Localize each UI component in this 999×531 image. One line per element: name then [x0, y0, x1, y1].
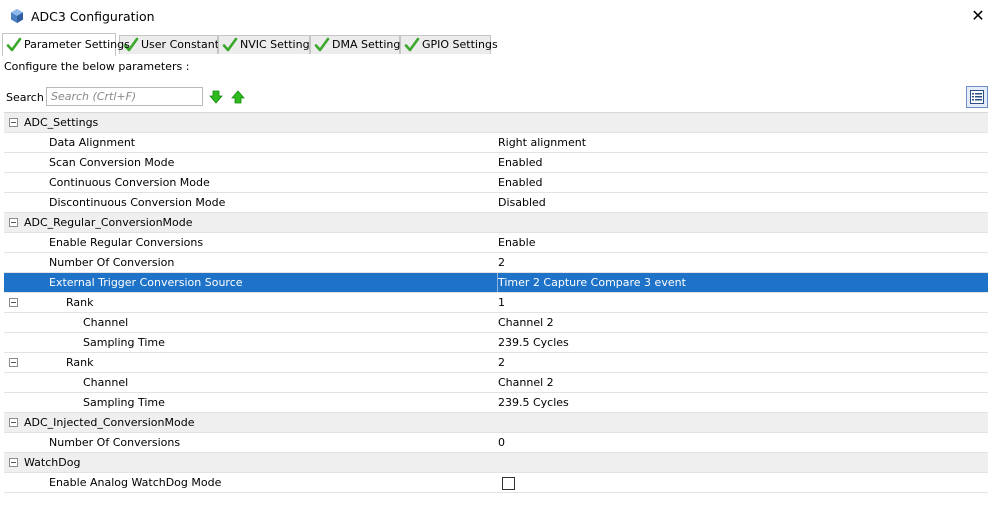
check-icon: [222, 37, 238, 52]
collapse-icon[interactable]: [9, 298, 18, 307]
parameter-row[interactable]: Discontinuous Conversion Mode Disabled: [4, 193, 988, 213]
search-input[interactable]: [46, 87, 203, 106]
title-bar: ADC3 Configuration ✕: [0, 0, 999, 32]
arrow-up-icon[interactable]: [231, 90, 245, 104]
parameter-name: Enable Analog WatchDog Mode: [49, 476, 222, 489]
check-icon: [404, 37, 420, 52]
tab-label: DMA Settings: [332, 38, 407, 51]
tree-group-row[interactable]: ADC_Settings: [4, 113, 988, 133]
parameter-name: Number Of Conversion: [49, 256, 175, 269]
parameter-value[interactable]: Enable: [498, 233, 535, 252]
arrow-down-icon[interactable]: [209, 90, 223, 104]
tab-gpio-settings[interactable]: GPIO Settings: [400, 35, 498, 54]
tab-label: NVIC Settings: [240, 38, 316, 51]
parameter-value[interactable]: 239.5 Cycles: [498, 333, 569, 352]
parameter-name: Sampling Time: [83, 396, 165, 409]
search-label: Search :: [6, 91, 51, 104]
parameter-tree: ADC_Settings Data Alignment Right alignm…: [4, 112, 988, 493]
group-name: ADC_Injected_ConversionMode: [24, 416, 195, 429]
parameter-name: Rank: [66, 356, 94, 369]
parameter-name: Channel: [83, 316, 129, 329]
tab-bar: Parameter Settings User Constants NVIC S…: [0, 33, 999, 56]
parameter-value[interactable]: 2: [498, 353, 505, 372]
parameter-value[interactable]: Disabled: [498, 193, 546, 212]
collapse-icon[interactable]: [9, 218, 18, 227]
parameter-row[interactable]: Sampling Time 239.5 Cycles: [4, 333, 988, 353]
parameter-name: Sampling Time: [83, 336, 165, 349]
tree-group-row[interactable]: WatchDog: [4, 453, 988, 473]
check-icon: [314, 37, 330, 52]
list-view-button[interactable]: [966, 86, 988, 108]
watchdog-checkbox[interactable]: [502, 477, 515, 490]
check-icon: [6, 37, 22, 52]
parameter-row-selected[interactable]: External Trigger Conversion Source Timer…: [4, 273, 988, 293]
collapse-icon[interactable]: [9, 458, 18, 467]
tab-nvic-settings[interactable]: NVIC Settings: [218, 35, 315, 54]
parameter-name: External Trigger Conversion Source: [49, 276, 243, 289]
rank-row[interactable]: Rank 1: [4, 293, 988, 313]
parameter-value[interactable]: 1: [498, 293, 505, 312]
cube-app-icon: [11, 9, 23, 23]
parameter-row[interactable]: Continuous Conversion Mode Enabled: [4, 173, 988, 193]
parameter-value[interactable]: Channel 2: [498, 373, 554, 392]
rank-row[interactable]: Rank 2: [4, 353, 988, 373]
parameter-name: Channel: [83, 376, 129, 389]
parameter-name: Enable Regular Conversions: [49, 236, 204, 249]
parameter-value[interactable]: 239.5 Cycles: [498, 393, 569, 412]
parameter-value[interactable]: Channel 2: [498, 313, 554, 332]
parameter-value[interactable]: Right alignment: [498, 133, 586, 152]
tab-parameter-settings[interactable]: Parameter Settings: [2, 33, 130, 56]
parameter-value[interactable]: Enabled: [498, 173, 542, 192]
parameter-value[interactable]: Timer 2 Capture Compare 3 event: [497, 273, 686, 292]
group-name: WatchDog: [24, 456, 81, 469]
parameter-row[interactable]: Data Alignment Right alignment: [4, 133, 988, 153]
collapse-icon[interactable]: [9, 118, 18, 127]
tree-group-row[interactable]: ADC_Injected_ConversionMode: [4, 413, 988, 433]
parameter-name: Rank: [66, 296, 94, 309]
parameter-row[interactable]: Channel Channel 2: [4, 373, 988, 393]
tab-user-constants[interactable]: User Constants: [119, 35, 225, 54]
parameter-name: Continuous Conversion Mode: [49, 176, 210, 189]
parameter-row[interactable]: Channel Channel 2: [4, 313, 988, 333]
parameter-name: Scan Conversion Mode: [49, 156, 175, 169]
parameter-row[interactable]: Scan Conversion Mode Enabled: [4, 153, 988, 173]
parameter-row[interactable]: Sampling Time 239.5 Cycles: [4, 393, 988, 413]
parameter-value[interactable]: 0: [498, 433, 505, 452]
group-name: ADC_Settings: [24, 116, 99, 129]
parameter-name: Discontinuous Conversion Mode: [49, 196, 226, 209]
collapse-icon[interactable]: [9, 358, 18, 367]
group-name: ADC_Regular_ConversionMode: [24, 216, 193, 229]
parameter-name: Data Alignment: [49, 136, 136, 149]
parameter-row[interactable]: Number Of Conversions 0: [4, 433, 988, 453]
parameter-value[interactable]: Enabled: [498, 153, 542, 172]
close-icon[interactable]: ✕: [967, 5, 989, 27]
tab-label: Parameter Settings: [24, 38, 130, 51]
instruction-text: Configure the below parameters :: [4, 60, 190, 73]
parameter-row[interactable]: Number Of Conversion 2: [4, 253, 988, 273]
parameter-value[interactable]: 2: [498, 253, 505, 272]
parameter-row[interactable]: Enable Analog WatchDog Mode: [4, 473, 988, 493]
tab-label: GPIO Settings: [422, 38, 498, 51]
tree-group-row[interactable]: ADC_Regular_ConversionMode: [4, 213, 988, 233]
parameter-row[interactable]: Enable Regular Conversions Enable: [4, 233, 988, 253]
window-title: ADC3 Configuration: [31, 9, 155, 24]
tab-label: User Constants: [141, 38, 225, 51]
tab-dma-settings[interactable]: DMA Settings: [310, 35, 406, 54]
parameter-name: Number Of Conversions: [49, 436, 181, 449]
collapse-icon[interactable]: [9, 418, 18, 427]
list-view-icon: [970, 90, 984, 104]
